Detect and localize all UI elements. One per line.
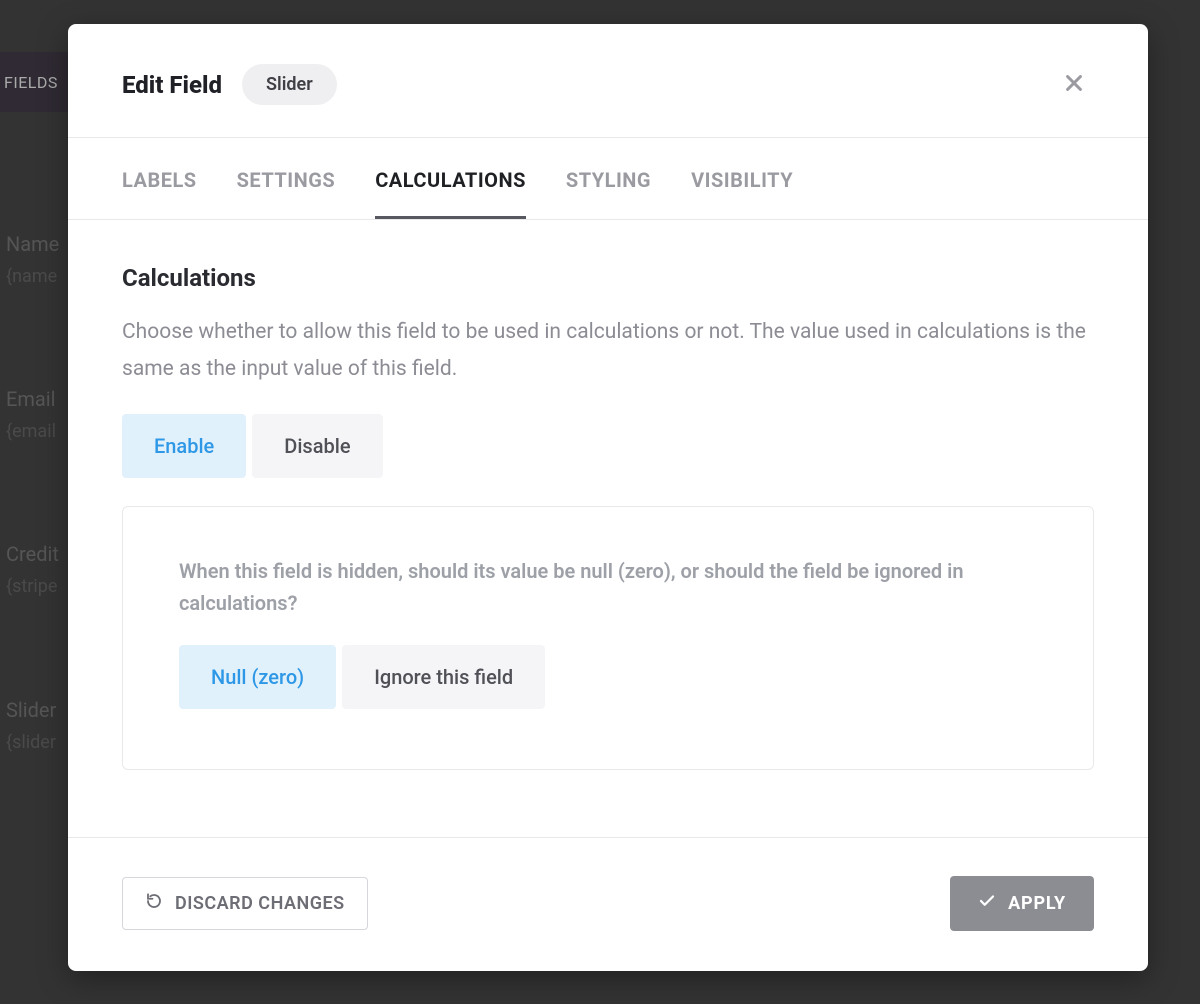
ignore-field-button[interactable]: Ignore this field <box>342 645 545 709</box>
disable-button[interactable]: Disable <box>252 414 382 478</box>
field-tag: {stripe <box>6 574 59 599</box>
field-tag: {email <box>6 419 59 444</box>
app-backdrop: FIELDS Name {name Email {email Credit {s… <box>0 0 1200 1004</box>
edit-field-modal: Edit Field Slider LABELS SETTINGS CALCUL… <box>68 24 1148 971</box>
field-label: Credit <box>6 542 59 566</box>
tab-calculations[interactable]: CALCULATIONS <box>375 138 526 219</box>
discard-changes-button[interactable]: DISCARD CHANGES <box>122 877 368 930</box>
modal-tabs: LABELS SETTINGS CALCULATIONS STYLING VIS… <box>68 138 1148 220</box>
tab-labels[interactable]: LABELS <box>122 138 197 219</box>
modal-body: Calculations Choose whether to allow thi… <box>68 220 1148 837</box>
close-button[interactable] <box>1054 65 1094 105</box>
close-icon <box>1063 72 1085 98</box>
background-field-list: Name {name Email {email Credit {stripe S… <box>6 230 59 851</box>
apply-label: APPLY <box>1008 893 1066 914</box>
undo-icon <box>145 892 163 915</box>
enable-button[interactable]: Enable <box>122 414 246 478</box>
list-item[interactable]: Slider {slider <box>6 696 59 755</box>
list-item[interactable]: Email {email <box>6 385 59 444</box>
field-label: Slider <box>6 698 56 722</box>
calculations-toggle: Enable Disable <box>122 414 1094 478</box>
section-heading: Calculations <box>122 264 1094 292</box>
discard-label: DISCARD CHANGES <box>175 893 345 914</box>
section-description: Choose whether to allow this field to be… <box>122 314 1094 388</box>
hidden-behavior-panel: When this field is hidden, should its va… <box>122 506 1094 770</box>
tab-styling[interactable]: STYLING <box>566 138 651 219</box>
sidebar-tab-label: FIELDS <box>4 73 58 92</box>
field-tag: {slider <box>6 730 59 755</box>
modal-footer: DISCARD CHANGES APPLY <box>68 837 1148 971</box>
hidden-behavior-toggle: Null (zero) Ignore this field <box>179 645 1037 709</box>
tab-visibility[interactable]: VISIBILITY <box>691 138 793 219</box>
tab-settings[interactable]: SETTINGS <box>237 138 336 219</box>
field-type-chip: Slider <box>242 64 337 105</box>
list-item[interactable]: Credit {stripe <box>6 540 59 599</box>
modal-title: Edit Field <box>122 71 222 99</box>
modal-header: Edit Field Slider <box>68 24 1148 138</box>
sidebar-tab-fields[interactable]: FIELDS <box>0 52 70 112</box>
null-zero-button[interactable]: Null (zero) <box>179 645 336 709</box>
field-label: Name <box>6 232 59 256</box>
hidden-behavior-prompt: When this field is hidden, should its va… <box>179 555 1037 619</box>
check-icon <box>978 892 996 915</box>
apply-button[interactable]: APPLY <box>950 876 1094 931</box>
list-item[interactable]: Name {name <box>6 230 59 289</box>
field-label: Email <box>6 387 56 411</box>
field-tag: {name <box>6 264 59 289</box>
